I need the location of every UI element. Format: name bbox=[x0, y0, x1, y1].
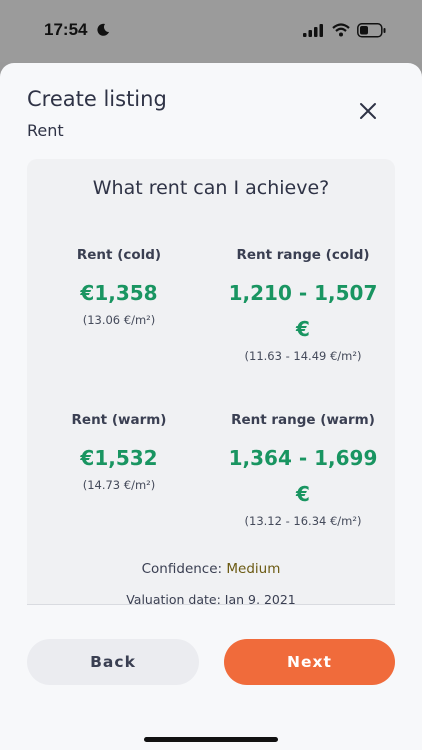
rent-range-cold-unit: (11.63 - 14.49 €/m²) bbox=[244, 349, 362, 363]
rent-warm: Rent (warm) €1,532 (14.73 €/m²) bbox=[27, 412, 211, 492]
rent-range-cold-currency: € bbox=[296, 317, 310, 341]
divider bbox=[27, 604, 395, 605]
rent-cold-value: €1,358 bbox=[80, 281, 158, 305]
home-indicator[interactable] bbox=[144, 737, 278, 742]
back-button[interactable]: Back bbox=[27, 639, 199, 685]
rent-range-cold-value: 1,210 - 1,507 bbox=[228, 281, 378, 305]
close-icon[interactable] bbox=[356, 99, 380, 123]
next-button[interactable]: Next bbox=[224, 639, 395, 685]
rent-range-cold: Rent range (cold) 1,210 - 1,507 € (11.63… bbox=[211, 247, 395, 363]
rent-estimate-card: What rent can I achieve? Rent (cold) €1,… bbox=[27, 159, 395, 605]
confidence-value: Medium bbox=[226, 561, 281, 577]
battery-icon bbox=[357, 23, 386, 38]
confidence-label: Confidence: bbox=[141, 561, 223, 577]
rent-cold: Rent (cold) €1,358 (13.06 €/m²) bbox=[27, 247, 211, 327]
page-subtitle: Rent bbox=[27, 121, 64, 140]
cellular-signal-icon bbox=[303, 24, 323, 37]
card-heading: What rent can I achieve? bbox=[92, 177, 330, 199]
rent-warm-label: Rent (warm) bbox=[71, 412, 167, 428]
create-listing-sheet: Create listing Rent What rent can I achi… bbox=[0, 63, 422, 750]
rent-warm-value: €1,532 bbox=[80, 446, 158, 470]
status-time: 17:54 bbox=[44, 20, 88, 39]
rent-range-warm-label: Rent range (warm) bbox=[231, 412, 375, 428]
rent-warm-unit: (14.73 €/m²) bbox=[82, 478, 156, 492]
rent-cold-label: Rent (cold) bbox=[76, 247, 162, 263]
moon-icon bbox=[97, 23, 109, 36]
rent-range-warm-value: 1,364 - 1,699 bbox=[228, 446, 378, 470]
confidence-row: Confidence: Medium bbox=[27, 561, 395, 577]
page-title: Create listing bbox=[27, 87, 167, 111]
rent-estimate-scroll[interactable]: What rent can I achieve? Rent (cold) €1,… bbox=[27, 159, 395, 605]
rent-range-warm-currency: € bbox=[296, 482, 310, 506]
wifi-icon bbox=[332, 23, 350, 37]
status-bar: 17:54 bbox=[0, 0, 422, 62]
rent-range-warm: Rent range (warm) 1,364 - 1,699 € (13.12… bbox=[211, 412, 395, 528]
rent-cold-unit: (13.06 €/m²) bbox=[82, 313, 156, 327]
rent-range-cold-label: Rent range (cold) bbox=[236, 247, 370, 263]
rent-range-warm-unit: (13.12 - 16.34 €/m²) bbox=[244, 514, 362, 528]
